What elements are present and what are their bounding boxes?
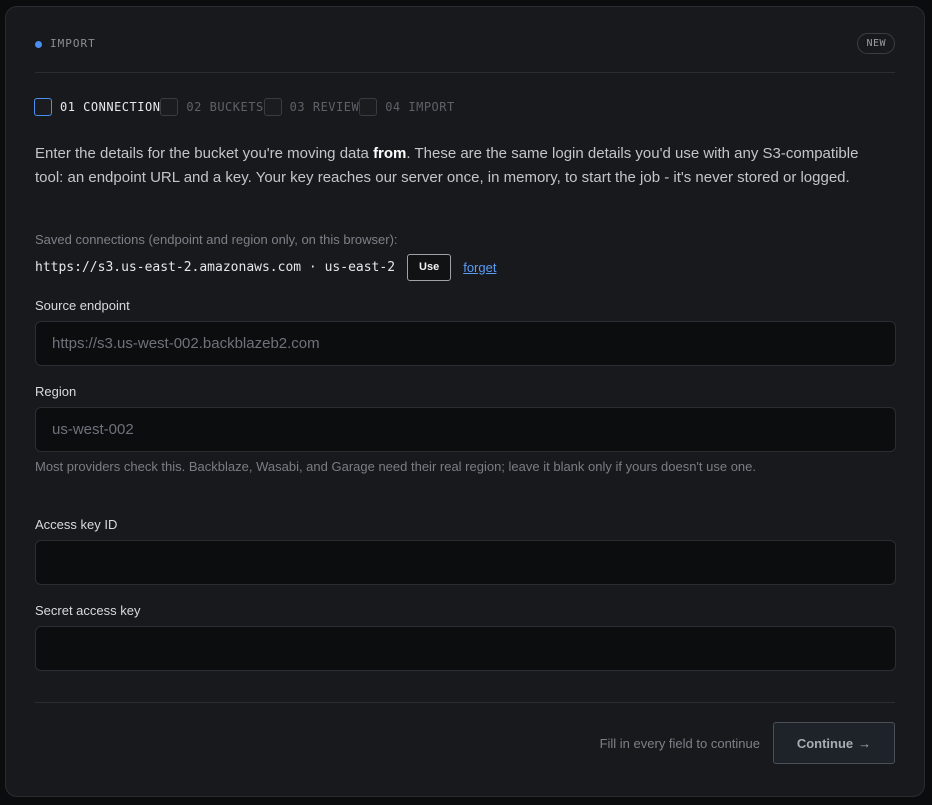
step-review[interactable]: 03 REVIEW <box>263 98 360 116</box>
card-header: IMPORT NEW <box>35 33 895 73</box>
region-input[interactable]: us-west-002 <box>35 407 896 452</box>
secret-access-key-input[interactable] <box>35 626 896 671</box>
forget-saved-link[interactable]: forget <box>463 260 496 275</box>
intro-emphasis: from <box>373 145 407 162</box>
region-help-text: Most providers check this. Backblaze, Wa… <box>35 459 756 474</box>
region-label: Region <box>35 384 77 399</box>
use-saved-button[interactable]: Use <box>407 253 452 281</box>
import-card: IMPORT NEW 01 CONNECTION 02 BUCKETS 03 R… <box>5 6 925 797</box>
step-label: 03 REVIEW <box>289 100 360 114</box>
step-checkbox-icon <box>160 98 179 116</box>
section-tag: IMPORT <box>50 37 96 50</box>
saved-connection-row: https://s3.us-east-2.amazonaws.com · us-… <box>35 253 496 281</box>
footer-divider <box>35 702 895 703</box>
intro-text: Enter the details for the bucket you're … <box>35 145 859 186</box>
continue-button[interactable]: Continue → <box>773 722 895 764</box>
step-buckets[interactable]: 02 BUCKETS <box>160 98 263 116</box>
status-dot-icon <box>35 41 42 48</box>
new-badge: NEW <box>857 33 895 54</box>
stepper: 01 CONNECTION 02 BUCKETS 03 REVIEW 04 IM… <box>34 98 455 116</box>
continue-label: Continue <box>796 735 854 751</box>
region-placeholder: us-west-002 <box>52 421 134 438</box>
step-label: 02 BUCKETS <box>186 100 264 114</box>
saved-connection-value: https://s3.us-east-2.amazonaws.com · us-… <box>35 259 396 275</box>
secret-access-key-label: Secret access key <box>35 603 141 618</box>
saved-connections-caption: Saved connections (endpoint and region o… <box>35 232 398 247</box>
access-key-id-input[interactable] <box>35 540 896 585</box>
step-checkbox-icon <box>263 98 282 116</box>
footer-hint: Fill in every field to continue <box>599 736 760 751</box>
source-endpoint-input[interactable]: https://s3.us-west-002.backblazeb2.com <box>35 321 896 366</box>
step-label: 04 IMPORT <box>385 100 455 114</box>
arrow-right-icon: → <box>858 735 872 751</box>
step-label: 01 CONNECTION <box>60 100 161 114</box>
source-endpoint-placeholder: https://s3.us-west-002.backblazeb2.com <box>52 335 320 352</box>
step-checkbox-icon <box>34 98 52 116</box>
step-checkbox-icon <box>359 98 378 116</box>
source-endpoint-label: Source endpoint <box>35 298 130 313</box>
step-connection[interactable]: 01 CONNECTION <box>34 98 160 116</box>
step-import[interactable]: 04 IMPORT <box>359 98 455 116</box>
access-key-id-label: Access key ID <box>35 517 118 532</box>
